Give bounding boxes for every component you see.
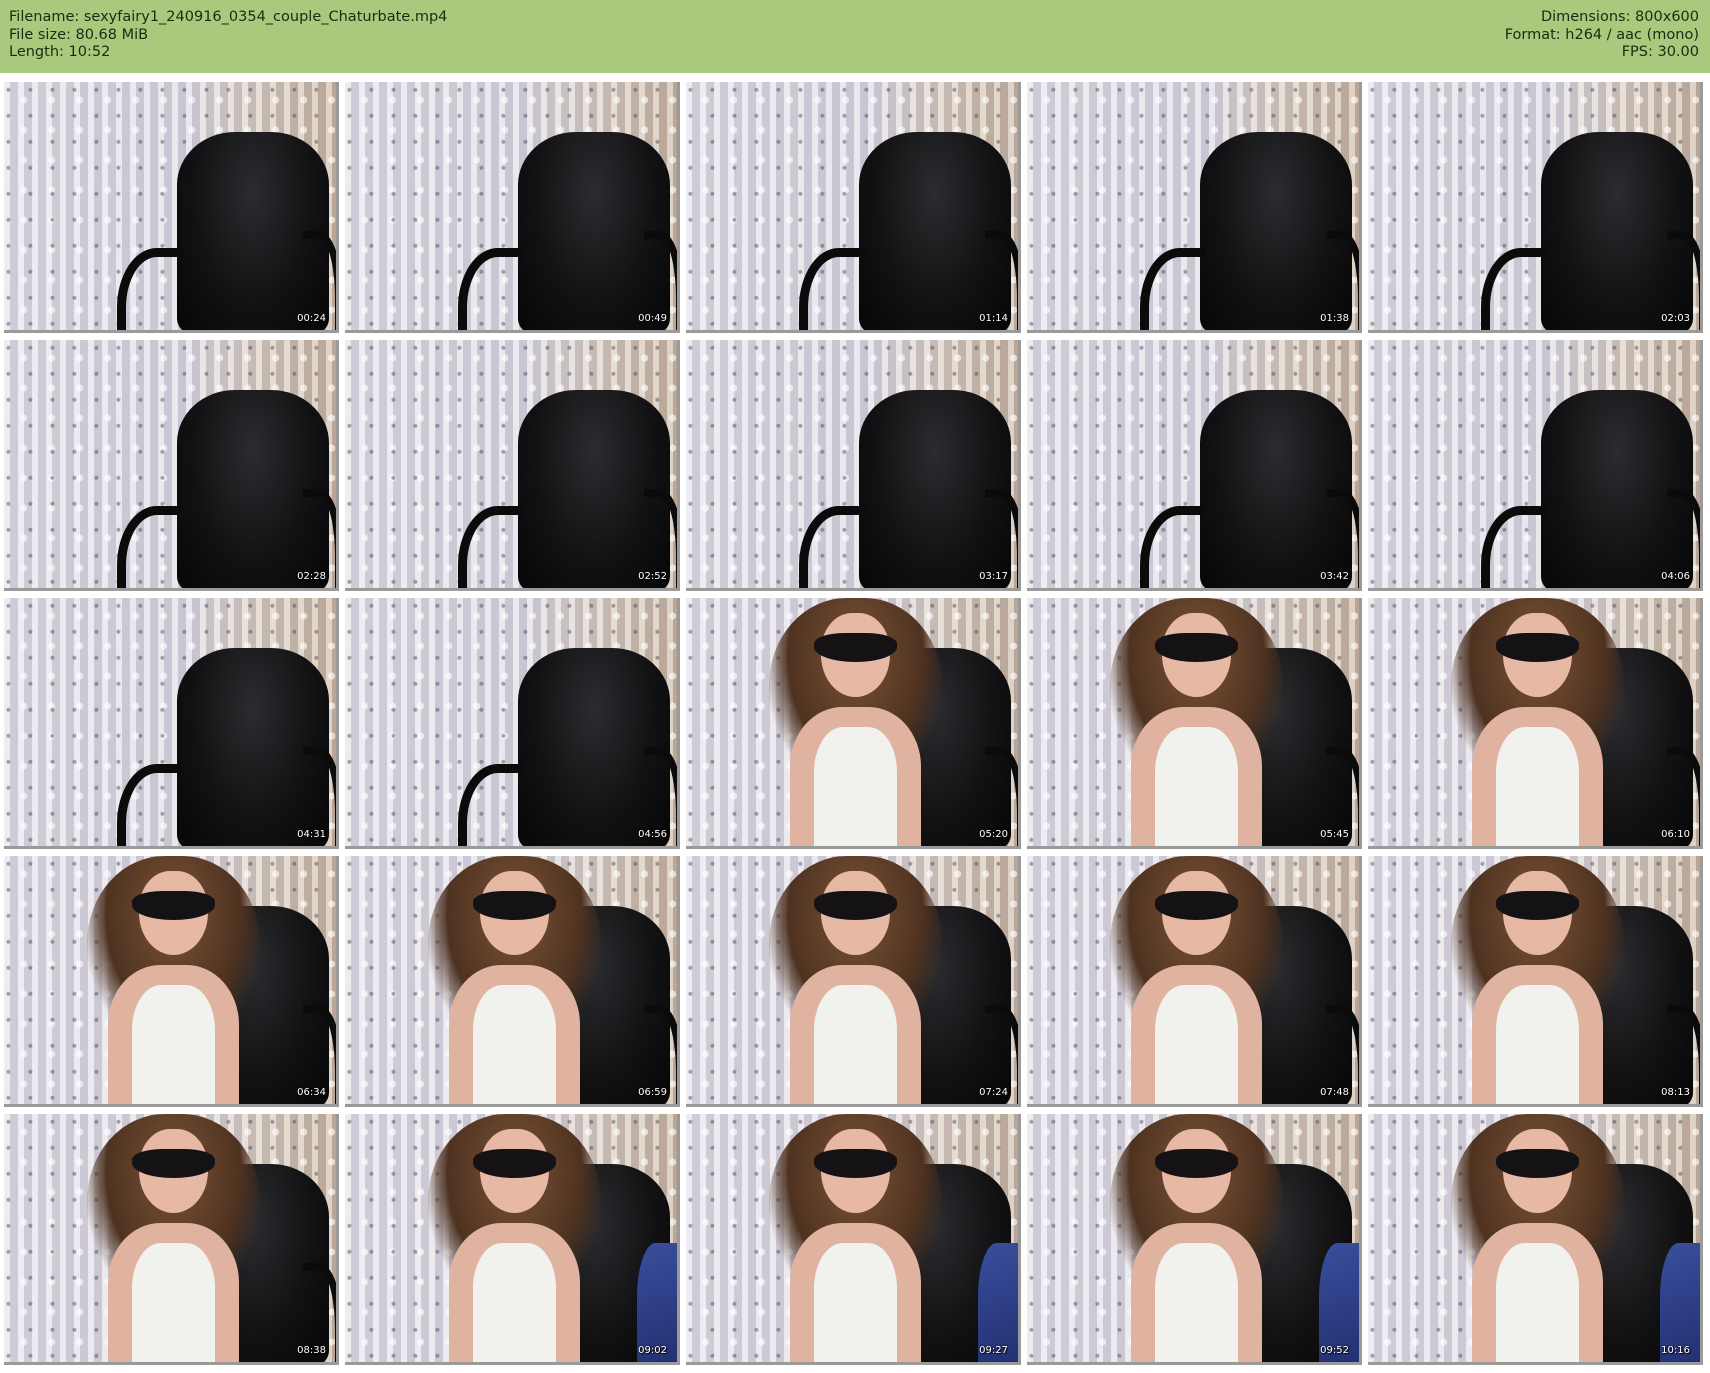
dimensions-label: Dimensions: 800x600 — [1540, 9, 1699, 25]
timestamp-label: 04:56 — [638, 829, 667, 840]
person-tank — [1154, 984, 1238, 1104]
format-label: Format: h264 / aac (mono) — [1504, 26, 1699, 43]
thumbnail-frame: 07:24 — [686, 856, 1021, 1107]
thumbnail-grid: 00:24 00:49 01:14 01:38 02:03 02:28 02:52 03:17… — [4, 82, 1703, 1365]
timestamp-label: 03:42 — [1320, 571, 1349, 582]
thumbnail-frame: 01:38 — [1027, 82, 1362, 333]
person-tank — [1495, 1242, 1579, 1362]
thumbnail-frame: 06:59 — [345, 856, 680, 1107]
timestamp-label: 02:52 — [638, 571, 667, 582]
thumbnail-frame: 05:20 — [686, 598, 1021, 849]
timestamp-label: 02:28 — [297, 571, 326, 582]
filesize-label: File size: 80.68 MiB — [9, 26, 149, 43]
thumbnail-frame: 09:02 — [345, 1114, 680, 1365]
person-tank — [472, 1242, 556, 1362]
person-figure — [1451, 856, 1624, 1104]
person-figure — [87, 1114, 260, 1362]
person-tank — [1154, 1242, 1238, 1362]
thumbnail-frame: 09:27 — [686, 1114, 1021, 1365]
timestamp-label: 06:10 — [1661, 829, 1690, 840]
timestamp-label: 09:02 — [638, 1345, 667, 1356]
person-tank — [131, 1242, 215, 1362]
thumbnail-frame: 05:45 — [1027, 598, 1362, 849]
person-figure — [769, 598, 942, 846]
timestamp-label: 07:48 — [1320, 1087, 1349, 1098]
file-info: Filename: sexyfairy1_240916_0354_couple_… — [9, 9, 447, 62]
thumbnail-frame: 00:49 — [345, 82, 680, 333]
thumbnail-frame: 03:17 — [686, 340, 1021, 591]
person-figure — [1110, 598, 1283, 846]
thumbnail-frame: 06:34 — [4, 856, 339, 1107]
thumbnail-frame: 08:13 — [1368, 856, 1703, 1107]
thumbnail-frame: 02:28 — [4, 340, 339, 591]
person-figure — [428, 1114, 601, 1362]
timestamp-label: 10:16 — [1661, 1345, 1690, 1356]
timestamp-label: 04:06 — [1661, 571, 1690, 582]
thumbnail-frame: 07:48 — [1027, 856, 1362, 1107]
person-figure — [428, 856, 601, 1104]
timestamp-label: 00:24 — [297, 313, 326, 324]
timestamp-label: 09:27 — [979, 1345, 1008, 1356]
person-figure — [1451, 1114, 1624, 1362]
person-tank — [813, 984, 897, 1104]
stream-info: Dimensions: 800x600 Format: h264 / aac (… — [1505, 9, 1699, 62]
person-tank — [131, 984, 215, 1104]
person-tank — [1495, 726, 1579, 846]
thumbnail-frame: 04:06 — [1368, 340, 1703, 591]
timestamp-label: 01:14 — [979, 313, 1008, 324]
thumbnail-frame: 02:03 — [1368, 82, 1703, 333]
thumbnail-frame: 04:56 — [345, 598, 680, 849]
timestamp-label: 06:34 — [297, 1087, 326, 1098]
timestamp-label: 07:24 — [979, 1087, 1008, 1098]
timestamp-label: 08:13 — [1661, 1087, 1690, 1098]
thumbnail-frame: 03:42 — [1027, 340, 1362, 591]
timestamp-label: 09:52 — [1320, 1345, 1349, 1356]
info-header: Filename: sexyfairy1_240916_0354_couple_… — [0, 0, 1710, 73]
timestamp-label: 06:59 — [638, 1087, 667, 1098]
thumbnail-frame: 09:52 — [1027, 1114, 1362, 1365]
timestamp-label: 05:45 — [1320, 829, 1349, 840]
person-figure — [1110, 856, 1283, 1104]
person-figure — [87, 856, 260, 1104]
thumbnail-frame: 01:14 — [686, 82, 1021, 333]
timestamp-label: 01:38 — [1320, 313, 1349, 324]
person-tank — [813, 726, 897, 846]
timestamp-label: 03:17 — [979, 571, 1008, 582]
filename-label: Filename: sexyfairy1_240916_0354_couple_… — [9, 9, 448, 25]
person-figure — [769, 1114, 942, 1362]
timestamp-label: 00:49 — [638, 313, 667, 324]
person-tank — [1495, 984, 1579, 1104]
thumbnail-frame: 02:52 — [345, 340, 680, 591]
timestamp-label: 05:20 — [979, 829, 1008, 840]
timestamp-label: 02:03 — [1661, 313, 1690, 324]
timestamp-label: 04:31 — [297, 829, 326, 840]
person-tank — [472, 984, 556, 1104]
timestamp-label: 08:38 — [297, 1345, 326, 1356]
person-tank — [1154, 726, 1238, 846]
person-tank — [813, 1242, 897, 1362]
person-figure — [1110, 1114, 1283, 1362]
length-label: Length: 10:52 — [9, 44, 111, 60]
thumbnail-frame: 08:38 — [4, 1114, 339, 1365]
thumbnail-frame: 10:16 — [1368, 1114, 1703, 1365]
fps-label: FPS: 30.00 — [1621, 44, 1699, 60]
thumbnail-frame: 06:10 — [1368, 598, 1703, 849]
person-figure — [1451, 598, 1624, 846]
person-figure — [769, 856, 942, 1104]
thumbnail-frame: 04:31 — [4, 598, 339, 849]
thumbnail-frame: 00:24 — [4, 82, 339, 333]
